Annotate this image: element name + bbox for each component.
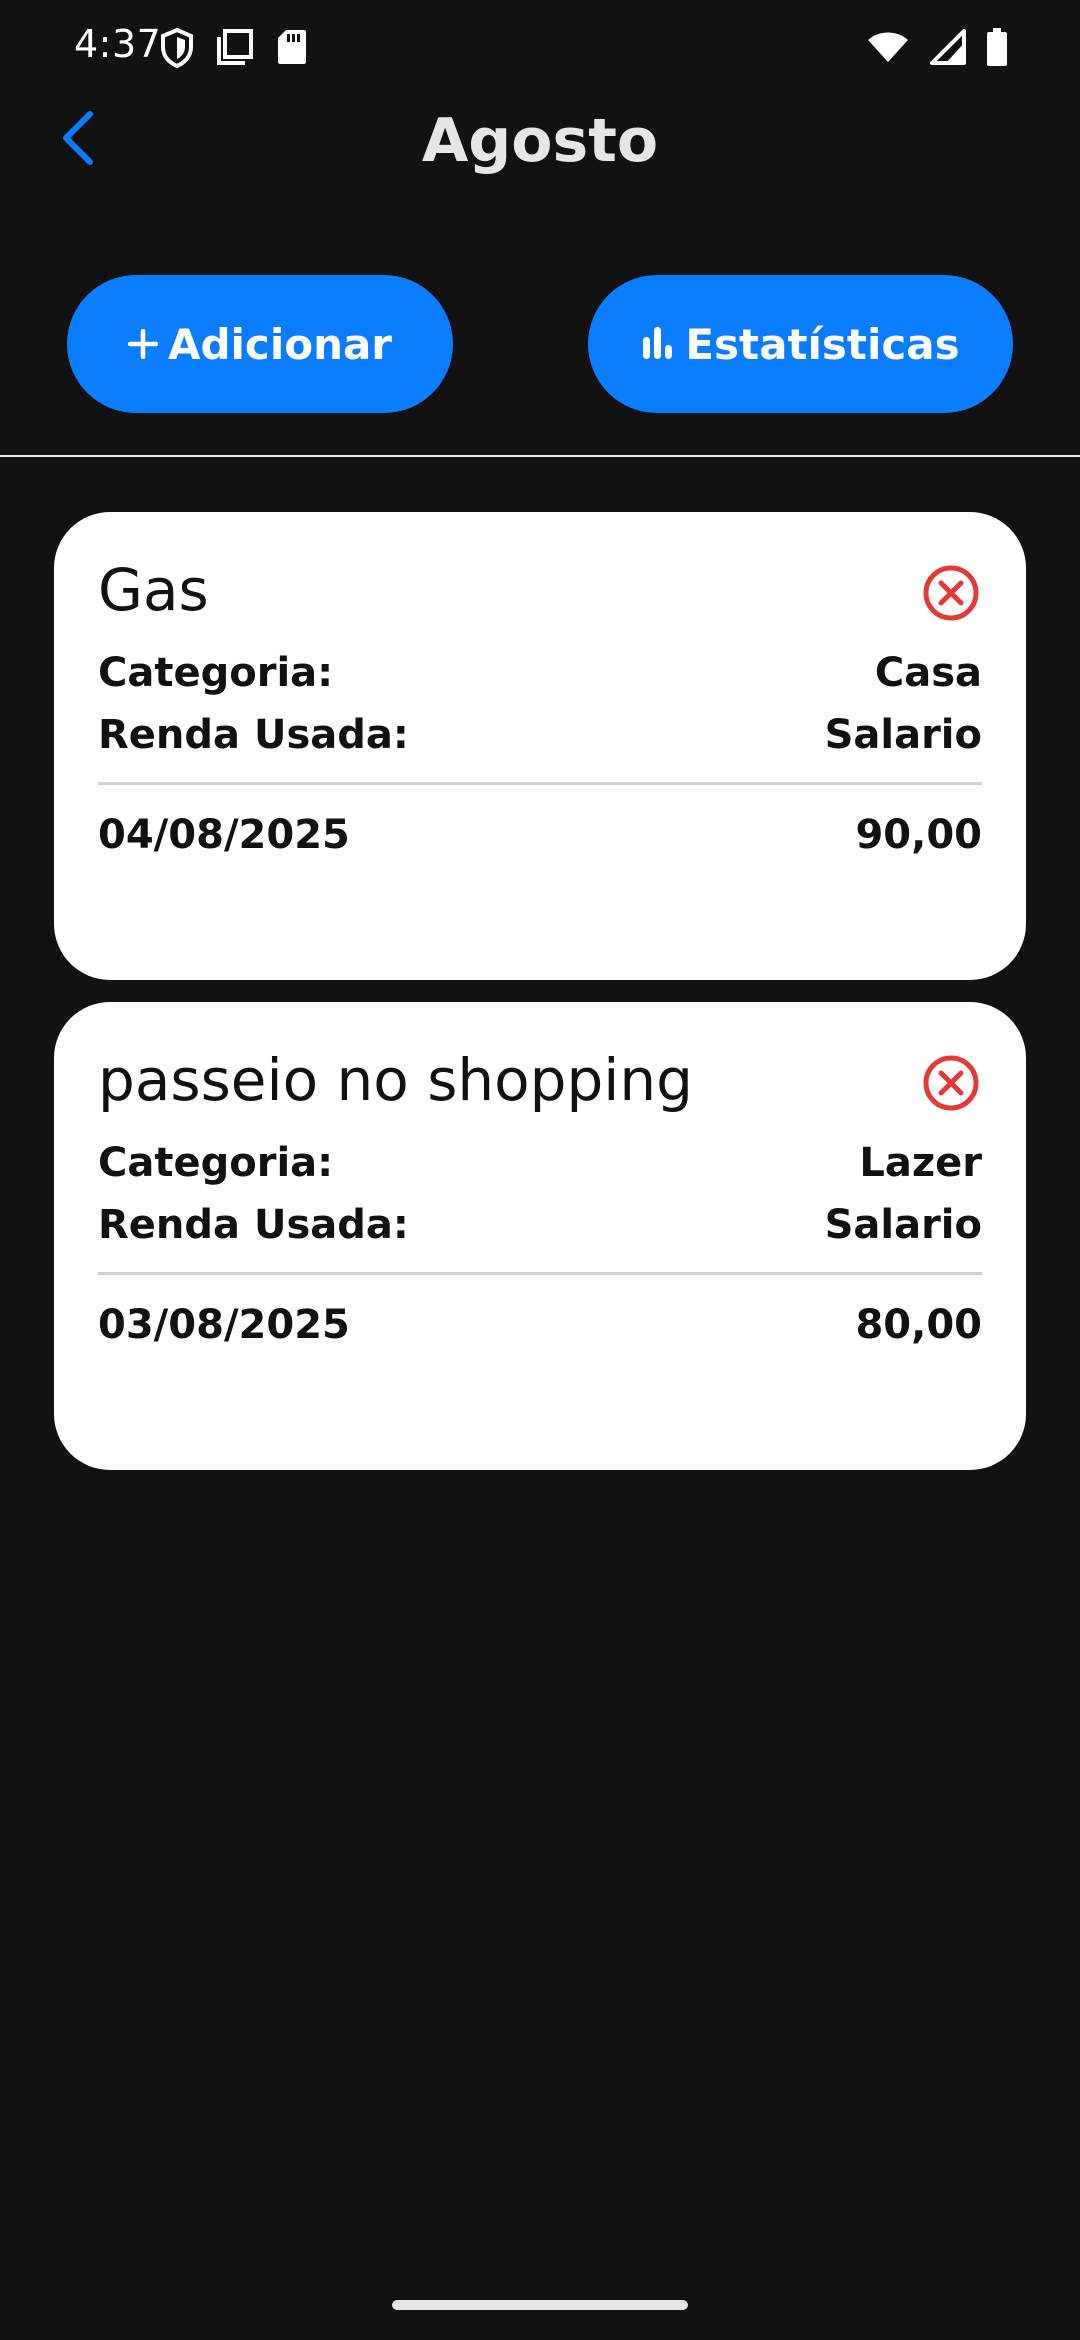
- status-time: 4:37: [74, 22, 162, 66]
- status-bar: 4:37: [0, 0, 1080, 96]
- home-indicator[interactable]: [392, 2300, 688, 2310]
- battery-icon: [986, 28, 1008, 66]
- close-circle-icon: [922, 1055, 980, 1116]
- income-row: Renda Usada: Salario: [98, 1202, 982, 1248]
- page-title: Agosto: [421, 106, 659, 176]
- income-label: Renda Usada:: [98, 712, 409, 758]
- close-circle-icon: [922, 565, 980, 626]
- expense-amount: 90,00: [855, 812, 982, 858]
- category-label: Categoria:: [98, 650, 334, 696]
- expense-title: passeio no shopping: [98, 1046, 693, 1114]
- bar-chart-icon: [641, 320, 675, 369]
- income-value: Salario: [824, 712, 982, 758]
- income-label: Renda Usada:: [98, 1202, 409, 1248]
- card-divider: [98, 782, 982, 785]
- expense-date: 03/08/2025: [98, 1302, 350, 1348]
- wifi-icon: [866, 30, 910, 64]
- card-divider: [98, 1272, 982, 1275]
- copy-icon: [216, 28, 254, 68]
- signal-icon: [930, 29, 966, 65]
- date-amount-row: 04/08/2025 90,00: [98, 812, 982, 858]
- action-bar: Adicionar Estatísticas: [0, 275, 1080, 413]
- expense-amount: 80,00: [855, 1302, 982, 1348]
- add-button-label: Adicionar: [167, 319, 393, 369]
- category-value: Casa: [874, 650, 982, 696]
- status-right-icons: [866, 28, 1008, 66]
- expense-date: 04/08/2025: [98, 812, 350, 858]
- statistics-button[interactable]: Estatísticas: [588, 275, 1013, 413]
- date-amount-row: 03/08/2025 80,00: [98, 1302, 982, 1348]
- plus-icon: [127, 320, 159, 369]
- app-header: Agosto: [0, 96, 1080, 192]
- delete-button[interactable]: [922, 564, 980, 622]
- income-row: Renda Usada: Salario: [98, 712, 982, 758]
- expense-card[interactable]: Gas Categoria: Casa Renda Usada: Salario…: [54, 512, 1026, 980]
- expense-card[interactable]: passeio no shopping Categoria: Lazer Ren…: [54, 1002, 1026, 1470]
- add-button[interactable]: Adicionar: [67, 275, 453, 413]
- statistics-button-label: Estatísticas: [685, 319, 960, 369]
- shield-icon: [160, 28, 194, 68]
- expense-title: Gas: [98, 556, 209, 624]
- sd-card-icon: [276, 28, 308, 68]
- category-label: Categoria:: [98, 1140, 334, 1186]
- category-row: Categoria: Casa: [98, 650, 982, 696]
- income-value: Salario: [824, 1202, 982, 1248]
- header-divider: [0, 455, 1080, 457]
- category-value: Lazer: [859, 1140, 982, 1186]
- category-row: Categoria: Lazer: [98, 1140, 982, 1186]
- status-left-icons: [160, 28, 308, 68]
- delete-button[interactable]: [922, 1054, 980, 1112]
